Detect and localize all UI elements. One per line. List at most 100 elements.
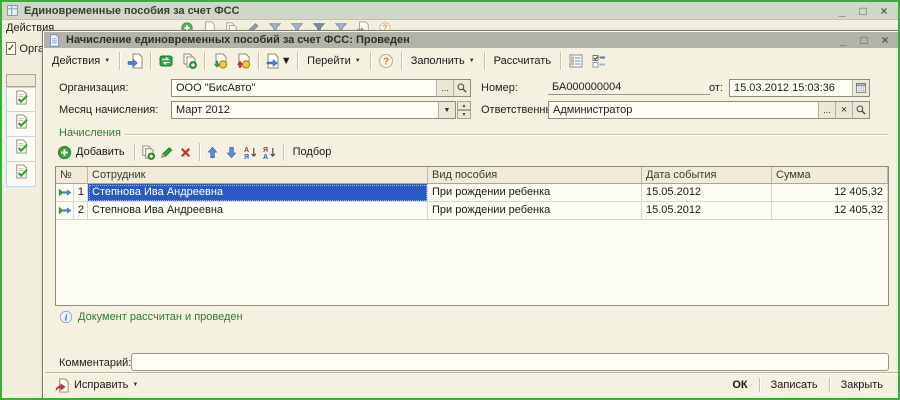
spin-up-icon[interactable]: ▲ [457, 101, 471, 110]
spin-down-icon[interactable]: ▼ [457, 110, 471, 119]
column-header-date[interactable]: Дата события [642, 167, 772, 184]
number-label: Номер: [481, 82, 518, 94]
sort-desc-button[interactable]: ЯА [262, 142, 278, 162]
dialog-controls: _ □ × [837, 34, 895, 46]
column-header-num[interactable]: № [56, 167, 88, 184]
column-header-amount[interactable]: Сумма [772, 167, 888, 184]
table-row[interactable]: 1 Степнова Ива Андреевна При рождении ре… [56, 184, 888, 202]
outer-window-title: Единовременные пособия за счет ФСС [24, 4, 240, 17]
org-filter-checkbox[interactable]: ✓ [6, 42, 17, 55]
dialog-close-icon[interactable]: × [879, 34, 891, 46]
outer-list-item[interactable] [6, 162, 36, 187]
document-dialog: Начисление единовременных пособий за сче… [42, 30, 898, 398]
pick-button[interactable]: Подбор [289, 144, 336, 160]
benefit-cell[interactable]: При рождении ребенка [428, 184, 642, 202]
goto-menu-button[interactable]: Перейти ▼ [303, 53, 365, 69]
outer-maximize-icon[interactable]: □ [857, 5, 869, 17]
dialog-titlebar: Начисление единовременных пособий за сче… [44, 32, 898, 48]
sort-asc-button[interactable]: АЯ [243, 142, 259, 162]
cancel-posting-coins-icon [237, 53, 251, 69]
outer-list-item[interactable] [6, 112, 36, 137]
section-rule [125, 134, 888, 135]
organization-field[interactable]: ООО "БисАвто" ... [171, 79, 471, 97]
benefit-cell[interactable]: При рождении ребенка [428, 202, 642, 220]
number-value: БА000000004 [548, 79, 710, 95]
actions-menu-button[interactable]: Действия ▼ [48, 53, 114, 69]
save-button[interactable]: Записать [762, 377, 827, 393]
employee-cell[interactable]: Степнова Ива Андреевна [88, 184, 428, 202]
button-separator [758, 378, 760, 392]
screenshot-root: Единовременные пособия за счет ФСС _ □ ×… [0, 0, 900, 400]
outer-close-icon[interactable]: × [878, 5, 890, 17]
status-message: Документ рассчитан и проведен [78, 311, 243, 323]
fix-button[interactable]: Исправить ▼ [51, 376, 142, 395]
date-cell[interactable]: 15.05.2012 [642, 202, 772, 220]
comment-input[interactable] [131, 353, 889, 371]
responsible-open-button[interactable] [852, 102, 869, 118]
column-header-employee[interactable]: Сотрудник [88, 167, 428, 184]
table-row[interactable]: 2 Степнова Ива Андреевна При рождении ре… [56, 202, 888, 220]
organization-value: ООО "БисАвто" [176, 82, 256, 94]
date-cell[interactable]: 15.05.2012 [642, 184, 772, 202]
arrow-up-icon [207, 146, 218, 158]
date-field[interactable]: 15.03.2012 15:03:36 [729, 79, 870, 97]
settings-flags-button[interactable] [589, 51, 609, 71]
organization-ellipsis-button[interactable]: ... [436, 80, 453, 96]
fill-menu-label: Заполнить [410, 55, 465, 67]
sort-asc-icon: АЯ [244, 147, 257, 160]
organization-label: Организация: [59, 82, 129, 94]
responsible-clear-button[interactable]: × [835, 102, 852, 118]
dialog-maximize-icon[interactable]: □ [858, 34, 870, 46]
related-documents-button[interactable]: ▼ [264, 51, 292, 71]
calculate-button[interactable]: Рассчитать [490, 53, 555, 69]
responsible-ellipsis-button[interactable]: ... [818, 102, 835, 118]
delete-row-button[interactable] [178, 142, 194, 162]
amount-cell[interactable]: 12 405,32 [772, 184, 888, 202]
help-button[interactable]: ? [376, 51, 396, 71]
copy-row-button[interactable] [140, 142, 156, 162]
toolbar-separator [198, 143, 200, 161]
add-row-button[interactable]: Добавить [53, 143, 129, 162]
toolbar-separator [369, 52, 371, 70]
outer-document-list: ✓ Организация [2, 36, 86, 398]
outer-minimize-icon[interactable]: _ [836, 5, 848, 17]
toolbar-separator [133, 143, 135, 161]
outer-list-item[interactable] [6, 87, 36, 112]
cancel-posting-button[interactable] [233, 51, 253, 71]
month-dropdown-button[interactable]: ▼ [438, 102, 455, 118]
fill-menu-button[interactable]: Заполнить ▼ [407, 53, 479, 69]
postings-coins-icon [214, 53, 228, 69]
close-button[interactable]: Закрыть [832, 377, 892, 393]
column-header-benefit[interactable]: Вид пособия [428, 167, 642, 184]
amount-cell[interactable]: 12 405,32 [772, 202, 888, 220]
calendar-icon [856, 83, 866, 93]
outer-list-item[interactable] [6, 137, 36, 162]
flags-icon [592, 55, 606, 68]
goto-document-icon [266, 53, 279, 69]
postings-button[interactable] [210, 51, 230, 71]
outer-window-titlebar: Единовременные пособия за счет ФСС _ □ × [2, 2, 898, 20]
dialog-title: Начисление единовременных пособий за сче… [66, 34, 410, 46]
svg-text:i: i [65, 313, 68, 323]
fix-document-icon [55, 377, 69, 393]
check-icon: ✓ [7, 42, 16, 54]
outer-list-column-header[interactable] [6, 74, 36, 87]
report-list-button[interactable] [566, 51, 586, 71]
month-combo[interactable]: Март 2012 ▼ [171, 101, 456, 119]
footer-buttons: ОК Записать Закрыть [723, 377, 892, 393]
employee-cell[interactable]: Степнова Ива Андреевна [88, 202, 428, 220]
copy-button[interactable] [179, 51, 199, 71]
comment-label: Комментарий: [59, 357, 132, 369]
responsible-field[interactable]: Администратор ... × [548, 101, 870, 119]
move-up-button[interactable] [205, 142, 221, 162]
move-down-button[interactable] [224, 142, 240, 162]
organization-open-button[interactable] [453, 80, 470, 96]
refresh-button[interactable] [156, 51, 176, 71]
ok-button[interactable]: ОК [723, 377, 756, 393]
post-document-button[interactable] [125, 51, 145, 71]
dialog-minimize-icon[interactable]: _ [837, 34, 849, 46]
month-spinner[interactable]: ▲ ▼ [457, 101, 471, 119]
calendar-button[interactable] [852, 80, 869, 96]
magnifier-icon [856, 105, 866, 115]
edit-row-button[interactable] [159, 142, 175, 162]
